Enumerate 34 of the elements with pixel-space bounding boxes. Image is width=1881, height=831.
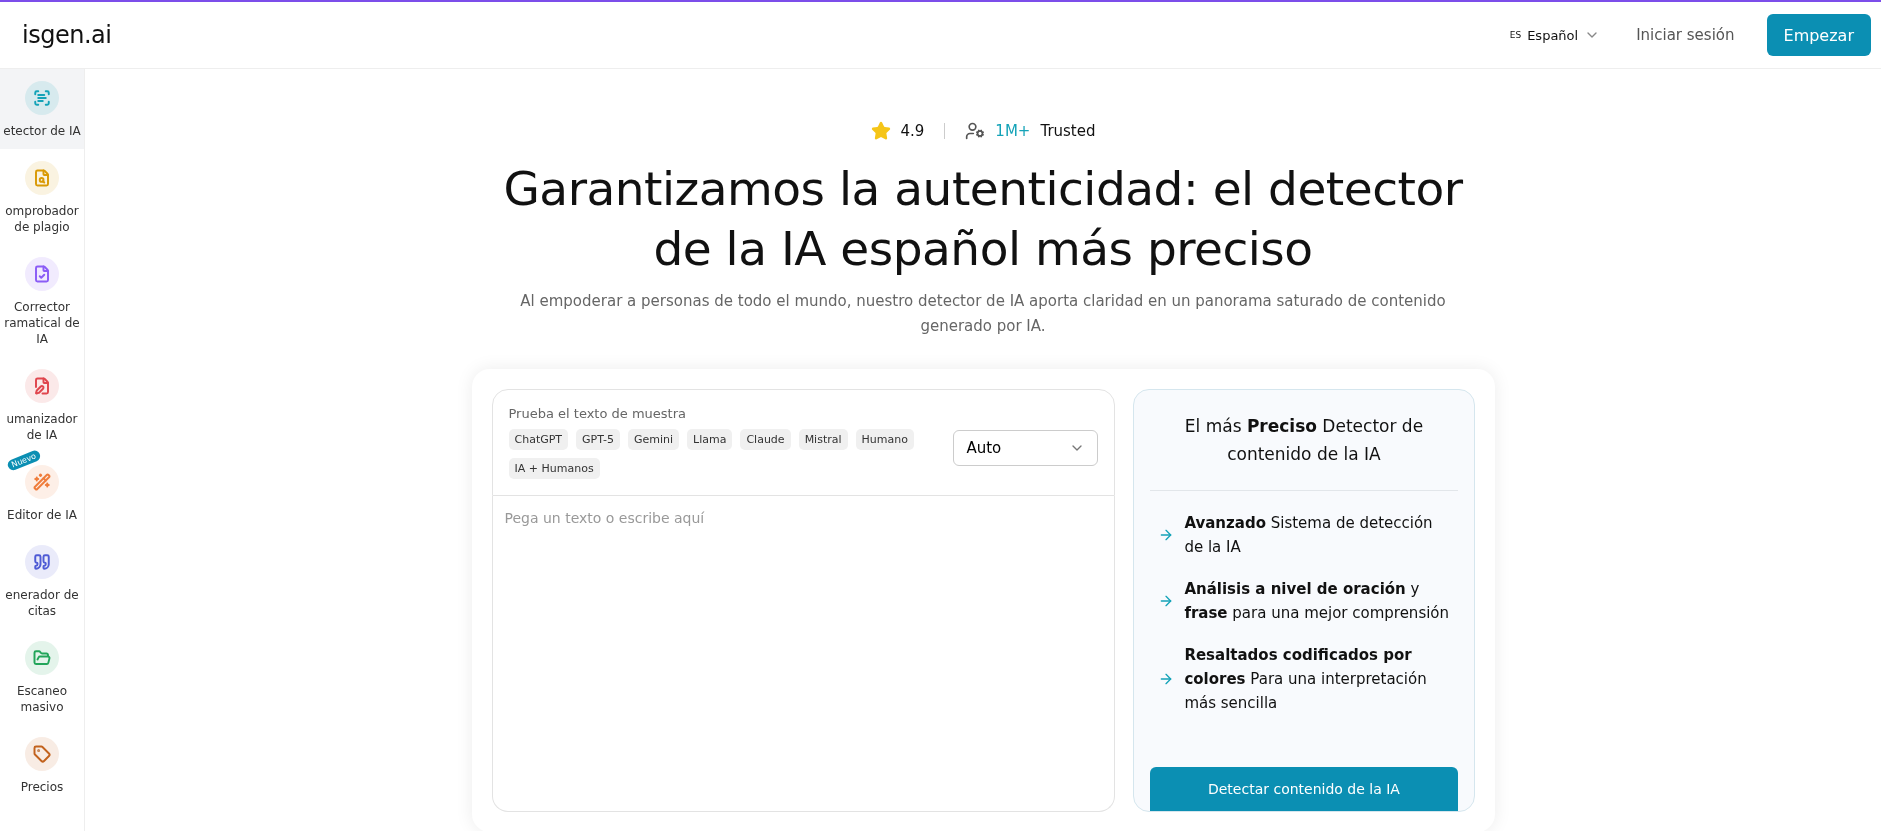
- login-link[interactable]: Iniciar sesión: [1636, 26, 1735, 44]
- sample-chip[interactable]: IA + Humanos: [508, 458, 600, 479]
- star-icon: [870, 121, 891, 141]
- text-input[interactable]: Pega un texto o escribe aquí: [491, 496, 1116, 812]
- new-badge: Nuevo: [6, 449, 42, 472]
- sample-chip[interactable]: Mistral: [798, 429, 848, 450]
- page-heading: Garantizamos la autenticidad: el detector de la IA español más preciso: [502, 160, 1464, 278]
- sidebar-item[interactable]: Escaneo masivo: [0, 629, 84, 725]
- model-select[interactable]: Auto: [953, 430, 1099, 466]
- feature-text: Avanzado Sistema de detección de la IA: [1184, 513, 1434, 558]
- info-title: El más Preciso Detector de contenido de la IA: [1150, 390, 1458, 491]
- language-selector[interactable]: ES Español: [1503, 26, 1607, 44]
- sample-chip[interactable]: GPT-5: [576, 429, 620, 450]
- rating-value: 4.9: [900, 122, 925, 140]
- sample-chip[interactable]: ChatGPT: [508, 429, 569, 450]
- sample-label: Prueba el texto de muestra: [508, 406, 687, 421]
- detect-button[interactable]: Detectar contenido de la IA: [1150, 767, 1458, 811]
- sample-chip[interactable]: Humano: [855, 429, 914, 450]
- page-subtitle: Al empoderar a personas de todo el mundo, nuestro detector de IA aporta claridad en un panorama saturado de contenido generado por IA.: [519, 291, 1447, 337]
- sample-chip[interactable]: Gemini: [627, 429, 680, 450]
- sidebar-item[interactable]: Precios: [0, 725, 84, 805]
- logo[interactable]: isgen.ai: [22, 21, 112, 49]
- sidebar-item[interactable]: etector de IA: [0, 69, 84, 149]
- sidebar-item[interactable]: enerador de citas: [0, 533, 84, 629]
- sample-chip[interactable]: Claude: [740, 429, 791, 450]
- start-button[interactable]: Empezar: [1766, 14, 1871, 56]
- feature-text: Análisis a nivel de oración y frase para una mejor comprensión: [1184, 579, 1450, 624]
- user-gear-icon: [965, 121, 986, 141]
- sample-chip[interactable]: Llama: [687, 429, 733, 450]
- trusted-label: Trusted: [1040, 122, 1096, 140]
- sidebar-item[interactable]: omprobador de plagio: [0, 149, 84, 245]
- user-count: 1M+: [995, 122, 1031, 140]
- feature-text: Resaltados codificados por colores Para una interpretación más sencilla: [1184, 645, 1428, 714]
- sidebar-item[interactable]: Corrector ramatical de IA: [0, 245, 84, 357]
